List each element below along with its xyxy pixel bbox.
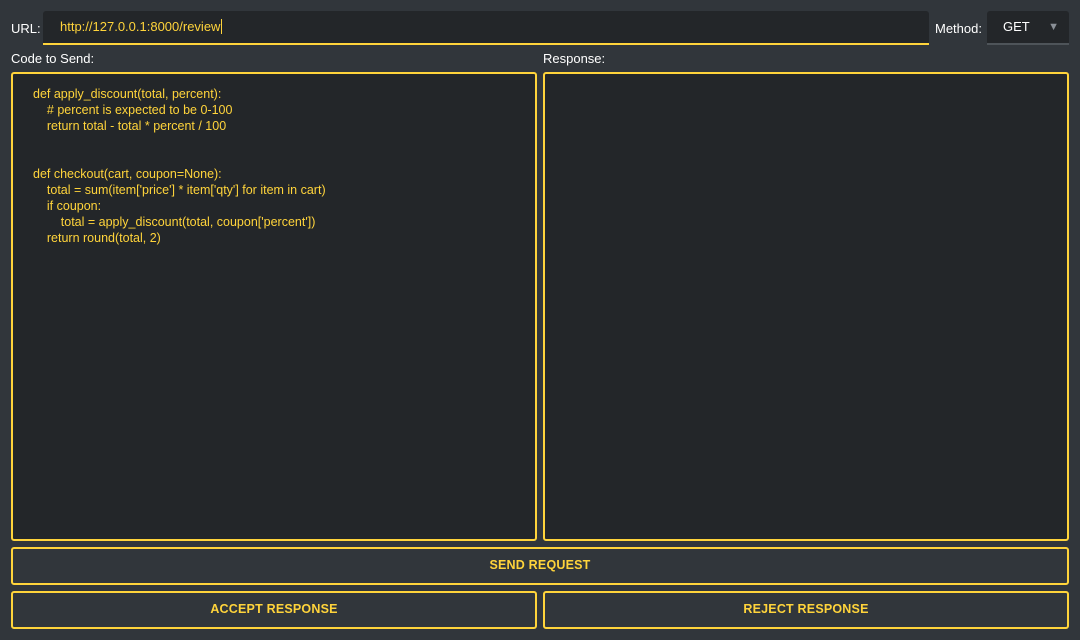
app-window: URL: http://127.0.0.1:8000/review Method… (0, 0, 1080, 640)
url-label: URL: (11, 21, 41, 36)
code-label: Code to Send: (11, 51, 95, 66)
send-request-button[interactable]: SEND REQUEST (11, 547, 1069, 585)
chevron-down-icon: ▼ (1048, 21, 1059, 33)
code-text: def apply_discount(total, percent): # pe… (33, 87, 326, 245)
code-editor[interactable]: def apply_discount(total, percent): # pe… (11, 72, 537, 541)
text-caret (221, 19, 223, 35)
method-label: Method: (935, 21, 982, 36)
accept-response-button[interactable]: ACCEPT RESPONSE (11, 591, 537, 629)
method-select[interactable]: GET ▼ (987, 11, 1069, 45)
response-label: Response: (543, 51, 606, 66)
reject-response-button[interactable]: REJECT RESPONSE (543, 591, 1069, 629)
method-selected-value: GET (1003, 19, 1030, 34)
response-area[interactable] (543, 72, 1069, 541)
url-value: http://127.0.0.1:8000/review (60, 19, 221, 34)
url-input[interactable]: http://127.0.0.1:8000/review (43, 11, 929, 45)
response-text (545, 74, 1067, 86)
